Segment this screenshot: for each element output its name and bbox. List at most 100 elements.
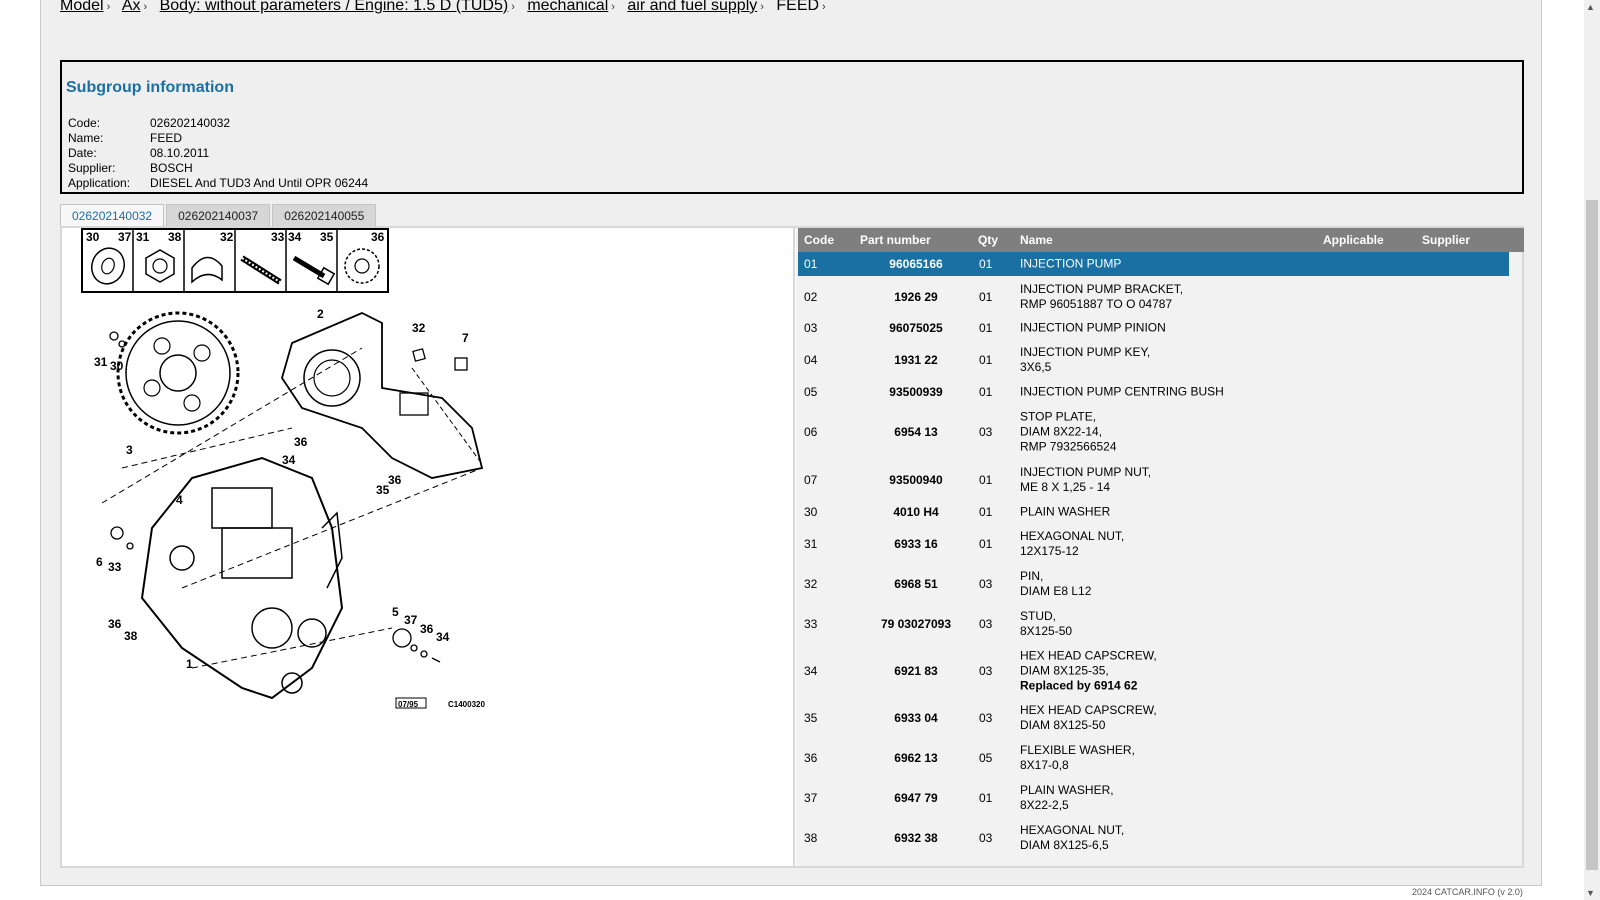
- parts-list: Code Part number Qty Name Applicable Sup…: [796, 228, 1524, 866]
- callout-label: 33: [108, 560, 122, 574]
- table-row[interactable]: 06 6954 13 03 STOP PLATE, DIAM 8X22-14, RM…: [798, 404, 1509, 460]
- table-row[interactable]: 33 79 03027093 03 STUD, 8X125-50: [798, 604, 1509, 644]
- part-name: PIN, DIAM E8 L12: [1020, 569, 1091, 599]
- col-header-name[interactable]: Name: [1020, 233, 1053, 247]
- scrollbar-thumb[interactable]: [1586, 200, 1598, 870]
- part-name: HEX HEAD CAPSCREW, DIAM 8X125-50: [1020, 703, 1157, 733]
- part-name-line: PIN,: [1020, 569, 1044, 583]
- table-row[interactable]: 07 93500940 01 INJECTION PUMP NUT, ME 8 X…: [798, 460, 1509, 500]
- part-qty: 03: [979, 831, 993, 845]
- legend-number: 35: [320, 230, 334, 244]
- parts-table-header: Code Part number Qty Name Applicable Sup…: [798, 228, 1524, 252]
- part-number: 6968 51: [894, 577, 938, 591]
- part-qty: 03: [979, 711, 993, 725]
- part-name-line: HEXAGONAL NUT,: [1020, 529, 1125, 543]
- panel-divider: [793, 228, 795, 866]
- part-code: 30: [804, 505, 818, 519]
- part-number: 6933 04: [894, 711, 938, 725]
- part-code: 06: [804, 425, 818, 439]
- footer-version: 2024 CATCAR.INFO (v 2.0): [1412, 887, 1523, 897]
- part-name-line: DIAM 8X125-35,: [1020, 663, 1109, 678]
- part-number: 96075025: [889, 321, 943, 335]
- callout-label: 3: [126, 443, 133, 457]
- part-qty: 01: [979, 473, 993, 487]
- part-qty: 03: [979, 617, 993, 631]
- info-label: Application:: [68, 176, 131, 190]
- part-code: 01: [804, 257, 818, 271]
- part-qty: 01: [979, 791, 993, 805]
- part-name-line: INJECTION PUMP PINION: [1020, 320, 1166, 335]
- pump-pinion-drawing: [116, 311, 240, 435]
- callout-label: 36: [388, 473, 402, 487]
- callout-label: 4: [176, 493, 183, 507]
- breadcrumb-air-fuel-supply[interactable]: air and fuel supply: [627, 0, 757, 14]
- breadcrumb-mechanical[interactable]: mechanical: [527, 0, 608, 14]
- tab-026202140037[interactable]: 026202140037: [166, 204, 271, 226]
- col-header-code[interactable]: Code: [804, 233, 834, 247]
- part-number: 6921 83: [894, 664, 938, 678]
- table-row[interactable]: 03 96075025 01 INJECTION PUMP PINION: [798, 316, 1509, 340]
- part-code: 32: [804, 577, 818, 591]
- part-qty: 01: [979, 353, 993, 367]
- part-number: 6932 38: [894, 831, 938, 845]
- scroll-up-icon[interactable]: ▲: [1586, 2, 1595, 12]
- info-label: Name:: [68, 131, 104, 145]
- part-number: 93500939: [889, 385, 943, 399]
- tab-026202140032[interactable]: 026202140032: [60, 204, 165, 226]
- callout-label: 30: [110, 359, 124, 373]
- callout-labels: 2 32 7 31 30 3 36 34 4 36 35 6 33 5 37 3…: [94, 307, 469, 671]
- breadcrumb-ax[interactable]: Ax: [122, 0, 141, 14]
- fastener-legend: 30 37 31 38 32 33 34 35 36: [81, 228, 389, 293]
- info-label: Date:: [68, 146, 97, 160]
- content-panel: 30 37 31 38 32 33 34 35 36 2 32 7 31 30 …: [60, 226, 1524, 868]
- part-name-line: DIAM 8X22-14,: [1020, 424, 1103, 439]
- diagram-ref-code: C1400320: [448, 700, 485, 709]
- part-name-line: STUD,: [1020, 609, 1056, 623]
- part-name-line: PLAIN WASHER: [1020, 504, 1111, 519]
- col-header-part-number[interactable]: Part number: [860, 233, 931, 247]
- part-qty: 01: [979, 321, 993, 335]
- table-row[interactable]: 05 93500939 01 INJECTION PUMP CENTRING B…: [798, 380, 1509, 404]
- part-code: 07: [804, 473, 818, 487]
- table-row[interactable]: 04 1931 22 01 INJECTION PUMP KEY, 3X6,5: [798, 340, 1509, 380]
- legend-number: 34: [288, 230, 302, 244]
- legend-number: 33: [271, 230, 285, 244]
- info-label: Code:: [68, 116, 101, 130]
- info-value: FEED: [150, 131, 183, 145]
- table-row[interactable]: 32 6968 51 03 PIN, DIAM E8 L12: [798, 564, 1509, 604]
- col-header-supplier[interactable]: Supplier: [1422, 233, 1470, 247]
- part-name-line: DIAM 8X125-6,5: [1020, 838, 1109, 852]
- table-row[interactable]: 34 6921 83 03 HEX HEAD CAPSCREW, DIAM 8X1…: [798, 644, 1509, 698]
- exploded-diagram: 30 37 31 38 32 33 34 35 36 2 32 7 31 30 …: [81, 228, 485, 709]
- part-number: 6954 13: [894, 425, 938, 439]
- table-row[interactable]: 31 6933 16 01 HEXAGONAL NUT, 12X175-12: [798, 524, 1509, 564]
- info-value: DIESEL And TUD3 And Until OPR 06244: [150, 176, 369, 190]
- col-header-applicable[interactable]: Applicable: [1323, 233, 1384, 247]
- part-qty: 01: [979, 290, 993, 304]
- part-name: HEXAGONAL NUT, DIAM 8X125-6,5: [1020, 823, 1124, 853]
- scroll-down-icon[interactable]: ▼: [1586, 888, 1595, 898]
- part-name-line: 3X6,5: [1020, 360, 1052, 374]
- table-row[interactable]: 37 6947 79 01 PLAIN WASHER, 8X22-2,5: [798, 778, 1509, 818]
- part-number: 6933 16: [894, 537, 938, 551]
- part-name-line: 8X17-0,8: [1020, 758, 1069, 772]
- part-qty: 01: [979, 385, 993, 399]
- part-name: PLAIN WASHER: [1020, 505, 1110, 520]
- table-row[interactable]: 30 4010 H4 01 PLAIN WASHER: [798, 500, 1509, 524]
- part-code: 37: [804, 791, 818, 805]
- tab-026202140055[interactable]: 026202140055: [272, 204, 377, 226]
- table-row[interactable]: 38 6932 38 03 HEXAGONAL NUT, DIAM 8X125-6…: [798, 818, 1509, 858]
- table-row[interactable]: 01 96065166 01 INJECTION PUMP: [798, 252, 1509, 276]
- table-row[interactable]: 35 6933 04 03 HEX HEAD CAPSCREW, DIAM 8X1…: [798, 698, 1509, 738]
- breadcrumb-body-engine[interactable]: Body: without parameters / Engine: 1.5 D…: [160, 0, 509, 14]
- table-row[interactable]: 02 1926 29 01 INJECTION PUMP BRACKET, RMP…: [798, 278, 1509, 316]
- part-name-line: INJECTION PUMP BRACKET,: [1020, 282, 1184, 296]
- part-name-line: HEX HEAD CAPSCREW,: [1020, 648, 1157, 663]
- col-header-qty[interactable]: Qty: [978, 233, 998, 247]
- table-row[interactable]: 36 6962 13 05 FLEXIBLE WASHER, 8X17-0,8: [798, 738, 1509, 778]
- part-number: 96065166: [889, 257, 943, 271]
- injection-pump-drawing: [140, 456, 344, 700]
- subgroup-info-table: Code: 026202140032 Name: FEED Date: 08.1…: [68, 116, 368, 191]
- part-name: INJECTION PUMP KEY, 3X6,5: [1020, 345, 1150, 375]
- breadcrumb-model[interactable]: Model: [60, 0, 104, 14]
